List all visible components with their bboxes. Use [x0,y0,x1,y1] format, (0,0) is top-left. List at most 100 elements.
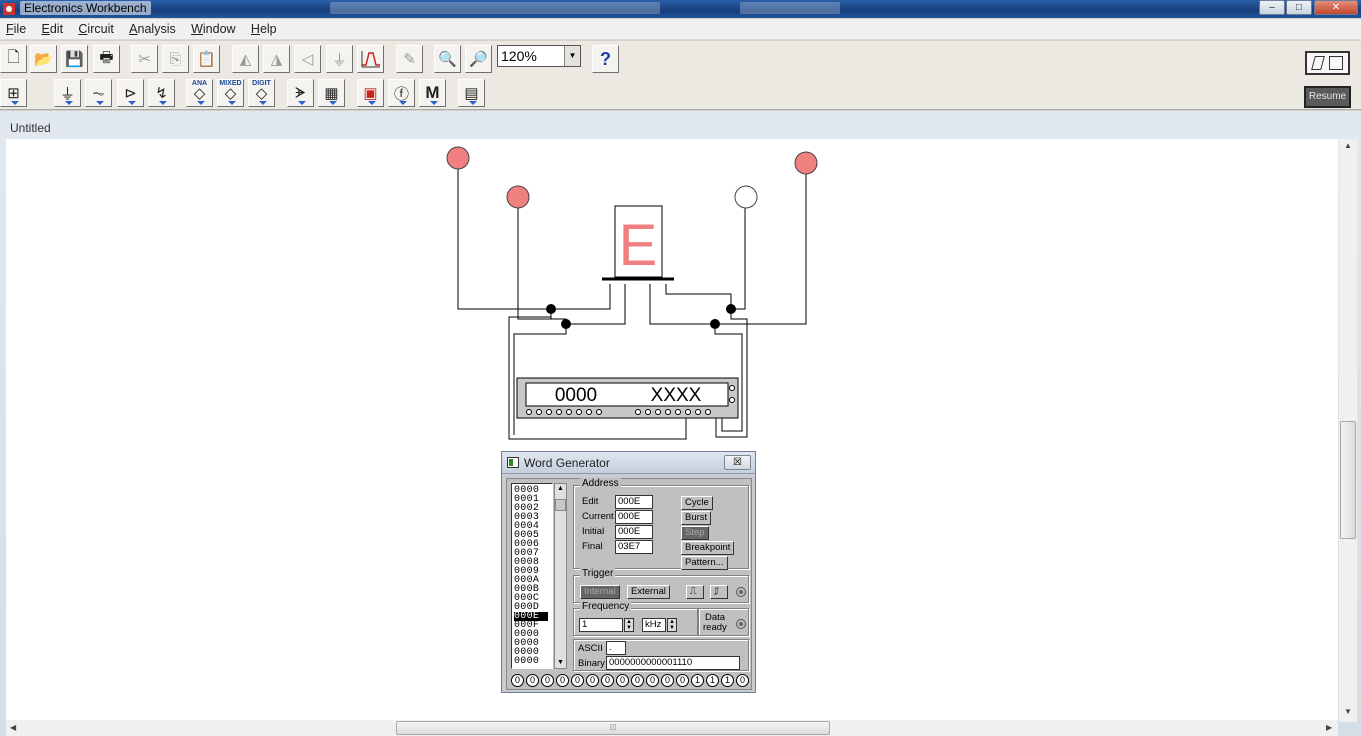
cut-icon[interactable]: ✂ [131,45,158,73]
generator-pin[interactable] [526,409,532,415]
copy-icon[interactable]: ⎘ [162,45,189,73]
generator-pin[interactable] [675,409,681,415]
generator-side-pin[interactable] [729,397,735,403]
generator-pin[interactable] [645,409,651,415]
word-list-scroll-thumb[interactable] [555,499,566,511]
burst-button[interactable]: Burst [681,511,712,525]
frequency-unit-field[interactable]: kHz [642,618,666,632]
generator-pin[interactable] [665,409,671,415]
scroll-left-icon[interactable]: ◀ [10,723,16,732]
generator-pin[interactable] [556,409,562,415]
resume-button[interactable]: Resume [1304,86,1351,108]
print-icon[interactable]: 🖶 [93,45,120,73]
menu-window[interactable]: Window [185,19,241,36]
zoom-out-icon[interactable]: 🔍 [434,45,461,73]
flip-horizontal-icon[interactable]: ◮ [263,45,290,73]
rising-edge-icon[interactable]: ⎍ [686,585,704,599]
menu-circuit[interactable]: Circuit [72,19,119,36]
save-icon[interactable]: 💾 [61,45,88,73]
horizontal-scrollbar[interactable]: ◀ ⁞⁞⁞ ▶ [6,720,1338,736]
frequency-value-field[interactable]: 1 [579,618,623,632]
ascii-field[interactable]: . [606,641,626,655]
final-address-field[interactable]: 03E7 [615,540,653,554]
rotate-icon[interactable]: ◭ [232,45,259,73]
instruments-bin-icon[interactable]: ▤ [458,79,485,107]
open-folder-icon[interactable]: 📂 [30,45,57,73]
probe-indicator-lit[interactable] [446,146,470,170]
word-generator-close-button[interactable]: ☒ [724,455,751,470]
menu-help[interactable]: Help [245,19,283,36]
digital-ics-bin-icon[interactable]: DIGIT ◇ [248,79,275,107]
probe-indicator-off[interactable] [734,185,758,209]
vertical-scroll-thumb[interactable] [1340,421,1356,539]
component-properties-icon[interactable]: ⏚ [326,45,353,73]
scroll-up-icon[interactable]: ▲ [1344,141,1352,150]
generator-pin[interactable] [536,409,542,415]
probe-indicator-lit[interactable] [794,151,818,175]
miscellaneous-bin-icon[interactable]: M [419,79,446,107]
menu-edit[interactable]: Edit [36,19,70,36]
basic-bin-icon[interactable]: ⏦ [85,79,112,107]
binary-field[interactable]: 0000000000001110 [606,656,740,670]
new-file-icon[interactable]: 🗋 [0,45,27,73]
word-list-scrollbar[interactable]: ▲ ▼ [554,483,567,669]
zoom-in-icon[interactable]: 🔎 [465,45,492,73]
initial-address-field[interactable]: 000E [615,525,653,539]
scroll-down-icon[interactable]: ▼ [1344,707,1352,716]
generator-pin[interactable] [695,409,701,415]
indicators-bin-icon[interactable]: ▣ [357,79,384,107]
frequency-stepper[interactable]: ▲ ▼ [624,618,634,632]
internal-trigger-button[interactable]: Internal [580,585,620,599]
scroll-down-icon[interactable]: ▼ [557,659,564,666]
vertical-scrollbar[interactable]: ▲ ▼ [1339,139,1357,722]
generator-pin[interactable] [576,409,582,415]
menu-file[interactable]: File [0,19,32,36]
maximize-button[interactable]: □ [1286,0,1312,15]
falling-edge-icon[interactable]: ⎎ [710,585,728,599]
generator-pin[interactable] [586,409,592,415]
analog-ics-bin-icon[interactable]: ANA ◇ [186,79,213,107]
breakpoint-button[interactable]: Breakpoint [681,541,735,555]
probe-indicator-lit[interactable] [506,185,530,209]
digital-bin-icon[interactable]: ▦ [318,79,345,107]
step-button[interactable]: Step [681,526,709,540]
generator-pin[interactable] [566,409,572,415]
scroll-right-icon[interactable]: ▶ [1326,723,1332,732]
generator-pin[interactable] [685,409,691,415]
transistors-bin-icon[interactable]: ↯ [148,79,175,107]
word-generator-titlebar[interactable]: Word Generator ☒ [502,452,755,474]
zoom-select[interactable]: 120% ▼ [497,45,581,67]
generator-pin[interactable] [596,409,602,415]
favorites-bin-icon[interactable]: ⊞ [0,79,27,107]
generator-pin[interactable] [635,409,641,415]
generator-side-pin[interactable] [729,385,735,391]
chevron-down-icon[interactable]: ▼ [564,46,580,66]
generator-pin[interactable] [546,409,552,415]
external-trigger-button[interactable]: External [627,585,670,599]
sources-bin-icon[interactable]: ⏚ [54,79,81,107]
diodes-bin-icon[interactable]: ⊳ [117,79,144,107]
menu-analysis[interactable]: Analysis [123,19,182,36]
scroll-up-icon[interactable]: ▲ [557,485,564,492]
unit-stepper[interactable]: ▲ ▼ [667,618,677,632]
generator-pin[interactable] [655,409,661,415]
minimize-button[interactable]: – [1259,0,1285,15]
subcircuit-icon[interactable]: ✎ [396,45,423,73]
paste-icon[interactable]: 📋 [193,45,220,73]
logic-gates-bin-icon[interactable]: ᗘ [287,79,314,107]
word-list[interactable]: 0000 0001 0002 0003 0004 0005 0006 0007 0008 0009… [511,483,553,669]
controls-bin-icon[interactable]: ⓕ [388,79,415,107]
pattern-button[interactable]: Pattern... [681,556,728,570]
analysis-graphs-icon[interactable] [357,45,384,73]
cycle-button[interactable]: Cycle [681,496,713,510]
flip-vertical-icon[interactable]: ◁ [294,45,321,73]
close-button[interactable]: ✕ [1314,0,1358,15]
word-list-item[interactable]: 0000 [514,657,552,667]
help-icon[interactable]: ? [592,45,619,73]
power-switch[interactable] [1305,51,1350,75]
generator-pin[interactable] [705,409,711,415]
current-address-field[interactable]: 000E [615,510,653,524]
mixed-ics-bin-icon[interactable]: MIXED ◇ [217,79,244,107]
edit-address-field[interactable]: 000E [615,495,653,509]
horizontal-scroll-thumb[interactable]: ⁞⁞⁞ [396,721,830,735]
